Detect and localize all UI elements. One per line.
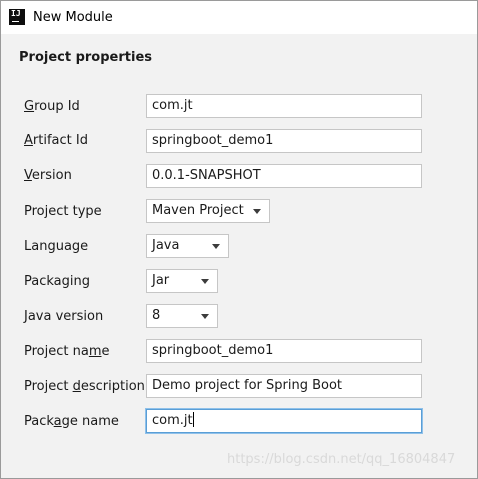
watermark: https://blog.csdn.net/qq_16804847: [227, 452, 456, 467]
project-type-label: Project type: [24, 204, 102, 219]
mnemonic-letter: V: [24, 168, 32, 183]
version-label: Version: [24, 168, 72, 183]
new-module-dialog: IJ New Module Project properties Group I…: [0, 0, 478, 479]
mnemonic-letter: d: [72, 379, 81, 394]
mnemonic-letter: G: [24, 99, 35, 114]
java-version-dropdown[interactable]: 8: [146, 304, 218, 328]
package-name-label: Package name: [24, 414, 119, 429]
project-name-label: Project name: [24, 344, 110, 359]
packaging-dropdown[interactable]: Jar: [146, 269, 218, 293]
project-name-field[interactable]: springboot_demo1: [146, 339, 422, 363]
chevron-down-icon: [253, 209, 261, 214]
title-bar: IJ New Module: [1, 1, 477, 34]
project-type-dropdown[interactable]: Maven Project: [146, 199, 270, 223]
text-caret: [192, 412, 194, 427]
package-name-field[interactable]: com.jt: [146, 409, 422, 433]
section-title: Project properties: [19, 50, 152, 65]
project-description-label: Project description: [24, 379, 145, 394]
packaging-value: Jar: [152, 273, 170, 288]
mnemonic-letter: A: [24, 133, 33, 148]
packaging-label: Packaging: [24, 274, 90, 289]
java-version-label: Java version: [24, 309, 104, 324]
version-field[interactable]: 0.0.1-SNAPSHOT: [146, 164, 422, 188]
project-description-field[interactable]: Demo project for Spring Boot: [146, 374, 422, 398]
group-id-field[interactable]: com.jt: [146, 94, 422, 118]
mnemonic-letter: a: [53, 414, 62, 429]
mnemonic-letter: m: [88, 344, 102, 359]
chevron-down-icon: [201, 279, 209, 284]
java-version-value: 8: [152, 308, 161, 323]
chevron-down-icon: [212, 244, 220, 249]
language-label: Language: [24, 239, 89, 254]
chevron-down-icon: [201, 314, 209, 319]
project-type-value: Maven Project: [152, 203, 244, 218]
language-dropdown[interactable]: Java: [146, 234, 229, 258]
language-value: Java: [152, 238, 180, 253]
group-id-label: Group Id: [24, 99, 80, 114]
artifact-id-label: Artifact Id: [24, 133, 88, 148]
artifact-id-field[interactable]: springboot_demo1: [146, 129, 422, 153]
package-name-value: com.jt: [152, 413, 193, 428]
intellij-icon: IJ: [9, 9, 25, 25]
window-title: New Module: [33, 10, 113, 25]
